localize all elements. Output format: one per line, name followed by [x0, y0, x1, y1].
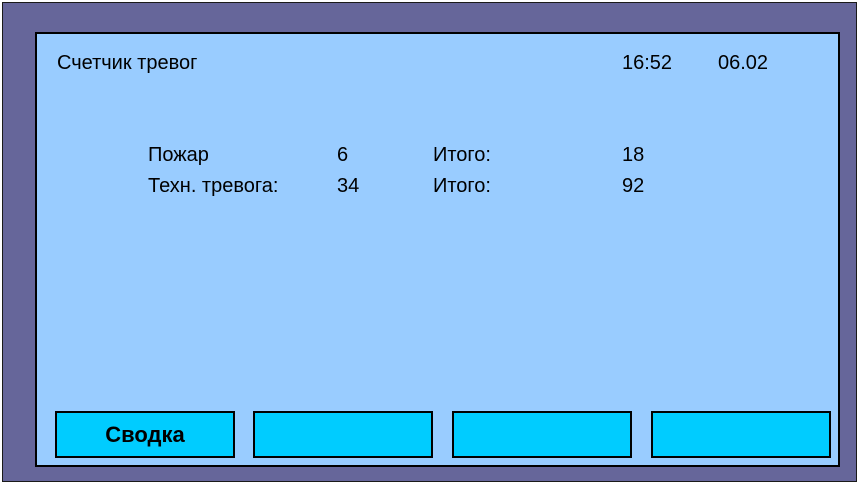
- tech-alarm-label: Техн. тревога:: [148, 175, 279, 197]
- tech-alarm-total-value: 92: [622, 175, 645, 197]
- softkey-3-button[interactable]: [452, 411, 632, 458]
- tech-alarm-count: 34: [337, 175, 360, 197]
- softkey-4-button[interactable]: [651, 411, 831, 458]
- softkey-2-button[interactable]: [253, 411, 433, 458]
- device-frame: Счетчик тревог 16:52 06.02 Пожар 6 Итого…: [2, 2, 857, 482]
- clock-time: 16:52: [622, 52, 673, 74]
- fire-alarm-total-label: Итого:: [433, 144, 491, 166]
- fire-alarm-total-value: 18: [622, 144, 645, 166]
- screen-title: Счетчик тревог: [57, 52, 198, 74]
- display-screen: Счетчик тревог 16:52 06.02 Пожар 6 Итого…: [35, 32, 840, 467]
- fire-alarm-count: 6: [337, 144, 349, 166]
- tech-alarm-total-label: Итого:: [433, 175, 491, 197]
- softkey-summary-button[interactable]: Сводка: [55, 411, 235, 458]
- fire-alarm-label: Пожар: [148, 144, 209, 166]
- clock-date: 06.02: [718, 52, 769, 74]
